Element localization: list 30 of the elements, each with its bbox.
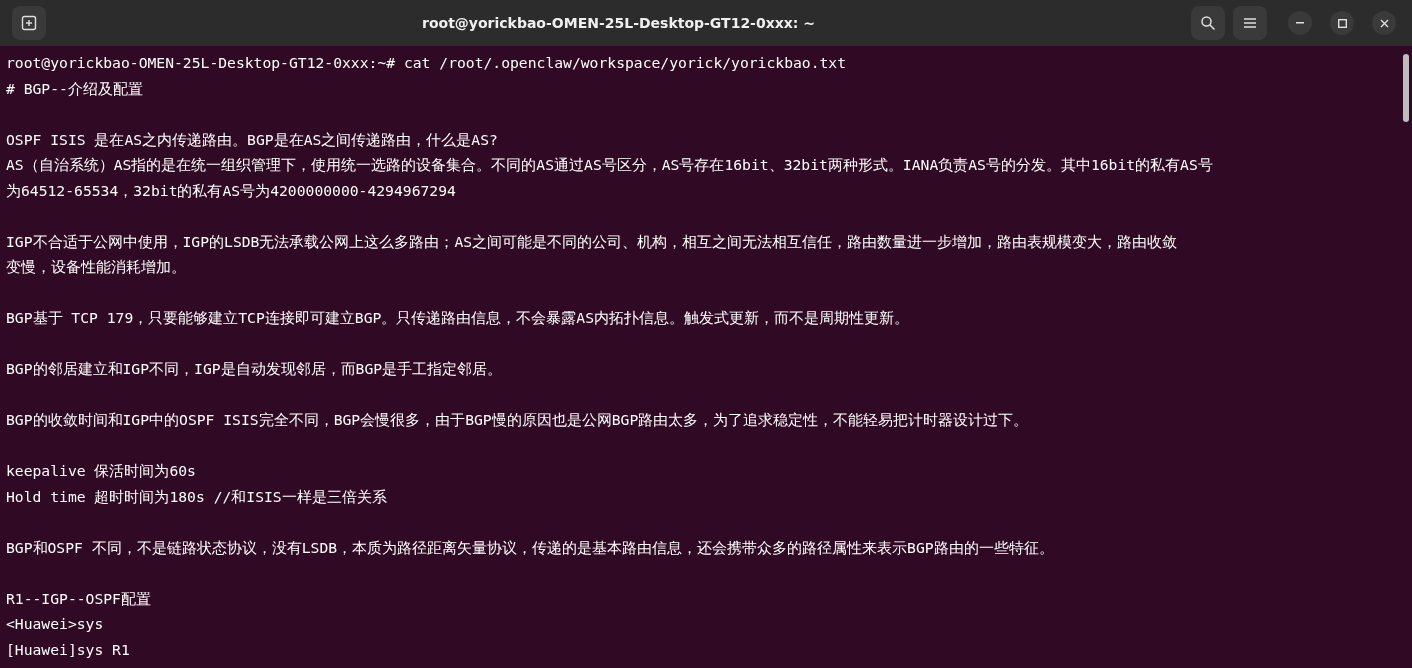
- new-tab-button[interactable]: [12, 6, 46, 40]
- minimize-button[interactable]: [1288, 11, 1312, 35]
- terminal-line: <Huawei>sys: [6, 614, 105, 634]
- maximize-button[interactable]: [1330, 11, 1354, 35]
- search-button[interactable]: [1191, 6, 1225, 40]
- terminal-line: BGP的邻居建立和IGP不同，IGP是自动发现邻居，而BGP是手工指定邻居。: [6, 359, 504, 379]
- close-icon: [1379, 18, 1389, 28]
- terminal-line: # BGP--介绍及配置: [6, 78, 144, 99]
- search-icon: [1200, 15, 1216, 31]
- menu-button[interactable]: [1233, 6, 1267, 40]
- terminal-line: R1--IGP--OSPF配置: [6, 588, 152, 609]
- minimize-icon: [1296, 22, 1304, 24]
- terminal-line: IGP不合适于公网中使用，IGP的LSDB无法承载公网上这么多路由；AS之间可能是不同的公司、机构，相互之间无法相互信任，路由数量进一步增加，路由表规模变大，路由收敛: [6, 231, 1179, 252]
- terminal-line: keepalive 保活时间为60s: [6, 461, 197, 481]
- scrollbar-thumb[interactable]: [1403, 54, 1409, 122]
- terminal-line: BGP和OSPF 不同，不是链路状态协议，没有LSDB，本质为路径距离矢量协议，传递的是基本路由信息，还会携带众多的路径属性来表示BGP路由的一些特征。: [6, 537, 1055, 558]
- close-button[interactable]: [1372, 11, 1396, 35]
- terminal-line: 为64512-65534，32bit的私有AS号为4200000000-4294967294: [6, 180, 457, 201]
- new-tab-icon: [21, 15, 37, 31]
- terminal-line: [Huawei]sys R1: [6, 639, 131, 660]
- terminal-line: BGP的收敛时间和IGP中的OSPF ISIS完全不同，BGP会慢很多，由于BGP慢的原因也是公网BGP路由太多，为了追求稳定性，不能轻易把计时器设计过下。: [6, 410, 1030, 430]
- window-title: root@yorickbao-OMEN-25L-Desktop-GT12-0xxx: ~: [422, 13, 815, 33]
- terminal-line: BGP基于 TCP 179，只要能够建立TCP连接即可建立BGP。只传递路由信息，不会暴露AS内拓扑信息。触发式更新，而不是周期性更新。: [6, 308, 910, 328]
- terminal-line: Hold time 超时时间为180s //和ISIS一样是三倍关系: [6, 486, 388, 507]
- terminal-line: AS（自治系统）AS指的是在统一组织管理下，使用统一选路的设备集合。不同的AS通过AS号区分，AS号存在16bit、32bit两种形式。IANA负责AS号的分发。其中16bit的私有AS号: [6, 155, 1214, 175]
- menu-icon: [1243, 17, 1257, 29]
- terminal-line: root@yorickbao-OMEN-25L-Desktop-GT12-0xxx:~# cat /root/.openclaw/workspace/yorick/yorickbao.txt: [6, 53, 848, 73]
- terminal-line: OSPF ISIS 是在AS之内传递路由。BGP是在AS之间传递路由，什么是AS?: [6, 129, 499, 150]
- terminal-line: 变慢，设备性能消耗增加。: [6, 257, 187, 277]
- maximize-icon: [1337, 18, 1347, 28]
